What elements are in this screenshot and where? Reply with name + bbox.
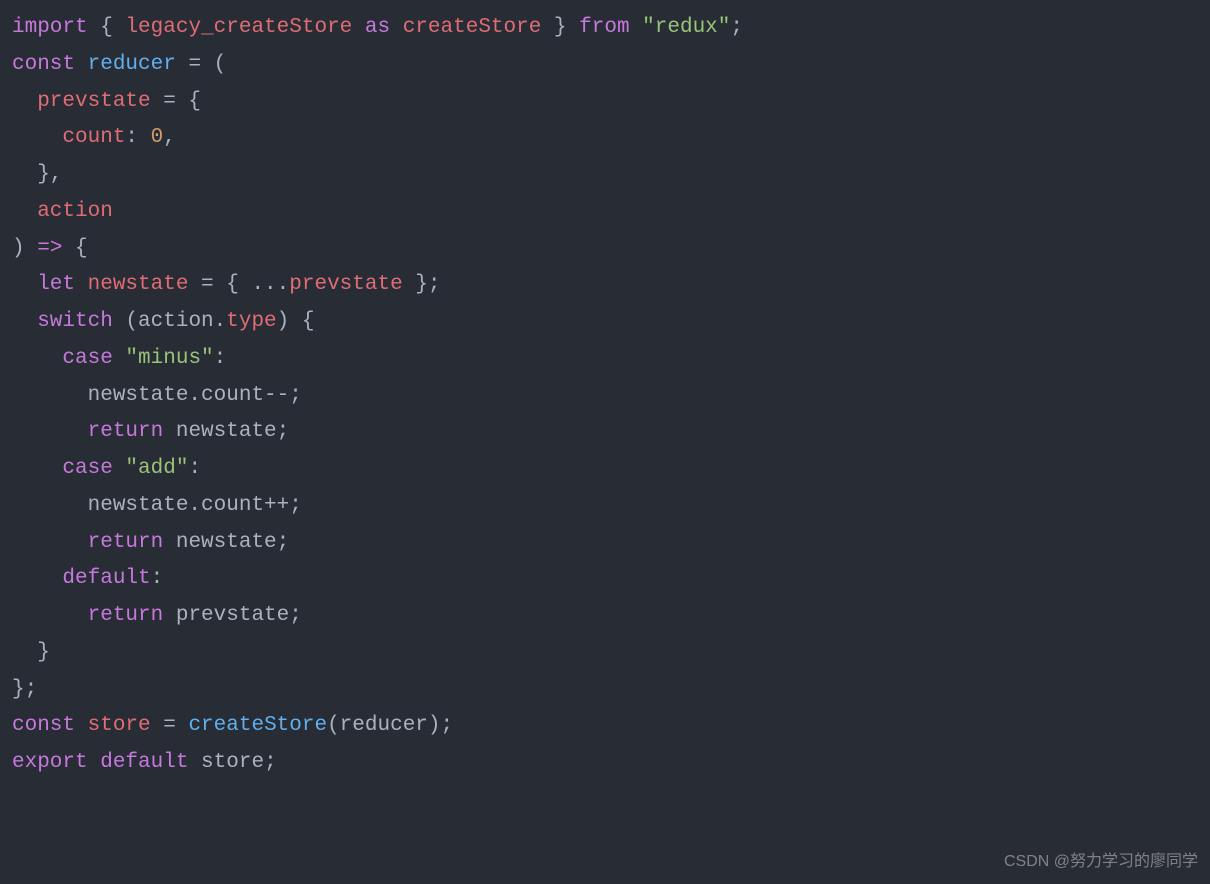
string: "minus" xyxy=(113,347,214,370)
identifier: createStore xyxy=(403,16,542,39)
identifier: newstate xyxy=(75,273,188,296)
punct: }; xyxy=(12,678,37,701)
keyword-const: const xyxy=(12,53,75,76)
punct: { xyxy=(62,237,87,260)
punct: = { ... xyxy=(188,273,289,296)
number: 0 xyxy=(151,126,164,149)
keyword-case: case xyxy=(12,347,113,370)
keyword-import: import xyxy=(12,16,88,39)
watermark: CSDN @努力学习的廖同学 xyxy=(1004,848,1198,876)
punct: }, xyxy=(12,163,62,186)
punct: : xyxy=(151,567,164,590)
param: action xyxy=(12,200,113,223)
punct: (reducer); xyxy=(327,714,453,737)
statement: newstate.count++; xyxy=(12,494,302,517)
punct: : xyxy=(214,347,227,370)
param: prevstate xyxy=(12,90,151,113)
identifier: newstate; xyxy=(163,420,289,443)
keyword-export: export xyxy=(12,751,88,774)
punct: } xyxy=(541,16,579,39)
code-block[interactable]: import { legacy_createStore as createSto… xyxy=(12,10,1198,782)
arrow: => xyxy=(37,237,62,260)
keyword-default: default xyxy=(12,567,151,590)
punct: = ( xyxy=(176,53,226,76)
string: "add" xyxy=(113,457,189,480)
property: type xyxy=(226,310,276,333)
identifier: store; xyxy=(188,751,276,774)
keyword-as: as xyxy=(352,16,402,39)
keyword-return: return xyxy=(12,604,163,627)
punct: (action. xyxy=(113,310,226,333)
punct: }; xyxy=(403,273,441,296)
punct: } xyxy=(12,641,50,664)
keyword-from: from xyxy=(579,16,629,39)
punct: : xyxy=(188,457,201,480)
keyword-case: case xyxy=(12,457,113,480)
keyword-let: let xyxy=(12,273,75,296)
punct: ) xyxy=(12,237,37,260)
statement: newstate.count--; xyxy=(12,384,302,407)
punct: ; xyxy=(730,16,743,39)
identifier: prevstate xyxy=(289,273,402,296)
identifier: newstate; xyxy=(163,531,289,554)
punct: , xyxy=(163,126,176,149)
identifier: legacy_createStore xyxy=(125,16,352,39)
keyword-switch: switch xyxy=(12,310,113,333)
keyword-return: return xyxy=(12,420,163,443)
keyword-return: return xyxy=(12,531,163,554)
identifier: store xyxy=(75,714,151,737)
string: "redux" xyxy=(630,16,731,39)
punct: = { xyxy=(151,90,201,113)
function-call: createStore xyxy=(188,714,327,737)
keyword-default: default xyxy=(88,751,189,774)
punct: : xyxy=(125,126,150,149)
punct: { xyxy=(88,16,126,39)
property: count xyxy=(12,126,125,149)
identifier: reducer xyxy=(75,53,176,76)
keyword-const: const xyxy=(12,714,75,737)
punct: ) { xyxy=(277,310,315,333)
punct: = xyxy=(151,714,189,737)
identifier: prevstate; xyxy=(163,604,302,627)
